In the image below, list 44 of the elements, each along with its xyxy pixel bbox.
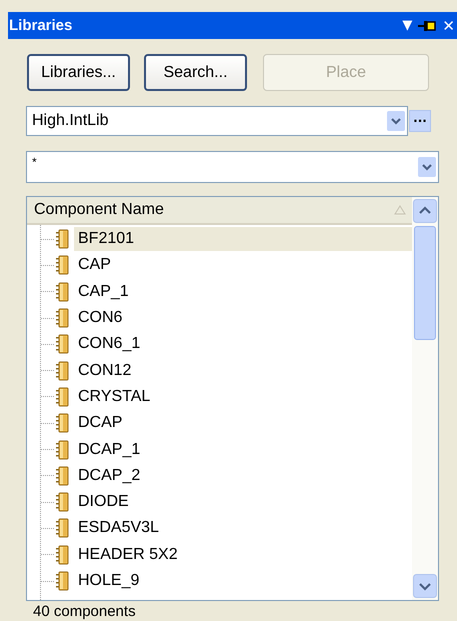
close-button[interactable]: ✕ bbox=[442, 18, 455, 34]
more-button[interactable]: ··· bbox=[409, 110, 431, 132]
sort-icon bbox=[394, 205, 406, 215]
component-item[interactable]: CON6 bbox=[74, 306, 126, 330]
component-item[interactable]: CON12 bbox=[74, 358, 136, 383]
component-item[interactable]: CRYSTAL bbox=[74, 384, 154, 409]
chip-icon bbox=[56, 544, 70, 565]
chip-icon bbox=[56, 229, 70, 250]
chip-icon bbox=[56, 308, 70, 328]
chip-icon bbox=[56, 360, 70, 381]
chip-icon bbox=[56, 282, 70, 302]
column-header[interactable]: Component Name bbox=[27, 197, 412, 225]
component-item[interactable]: CON6_1 bbox=[74, 332, 144, 356]
panel-title: Libraries bbox=[9, 17, 72, 34]
chip-icon bbox=[56, 386, 70, 407]
scroll-up-icon[interactable] bbox=[413, 199, 437, 223]
chip-icon bbox=[56, 440, 70, 460]
pin-icon[interactable] bbox=[418, 18, 436, 32]
library-dropdown[interactable]: High.IntLib bbox=[26, 106, 408, 136]
component-item[interactable]: DIODE bbox=[74, 490, 133, 514]
status-text: 40 components bbox=[32, 602, 137, 620]
search-button[interactable]: Search... bbox=[144, 54, 247, 91]
component-item[interactable]: BF2101 bbox=[74, 227, 412, 252]
chip-icon bbox=[56, 334, 70, 354]
chip-icon bbox=[56, 255, 70, 276]
component-item[interactable]: DCAP_1 bbox=[74, 438, 144, 462]
chip-icon bbox=[56, 518, 70, 538]
filter-dropdown[interactable]: * bbox=[26, 151, 439, 183]
scrollbar[interactable] bbox=[412, 197, 438, 600]
component-item[interactable]: CAP bbox=[74, 253, 115, 278]
dropdown-button[interactable]: ▼ bbox=[402, 18, 412, 34]
component-item[interactable]: CAP_1 bbox=[74, 280, 133, 304]
component-item[interactable]: DCAP bbox=[74, 411, 126, 436]
component-item[interactable]: HOLE_9 bbox=[74, 569, 144, 593]
libraries-button[interactable]: Libraries... bbox=[27, 54, 130, 91]
component-item[interactable]: HEADER 5X2 bbox=[74, 542, 182, 567]
component-item[interactable]: ESDA5V3L bbox=[74, 516, 163, 540]
scroll-thumb[interactable] bbox=[414, 226, 436, 340]
scroll-down-icon[interactable] bbox=[413, 574, 437, 598]
chip-icon bbox=[56, 413, 70, 434]
chip-icon bbox=[56, 466, 70, 486]
chip-icon bbox=[56, 492, 70, 512]
chip-icon bbox=[56, 571, 70, 591]
component-item[interactable]: DCAP_2 bbox=[74, 464, 144, 488]
